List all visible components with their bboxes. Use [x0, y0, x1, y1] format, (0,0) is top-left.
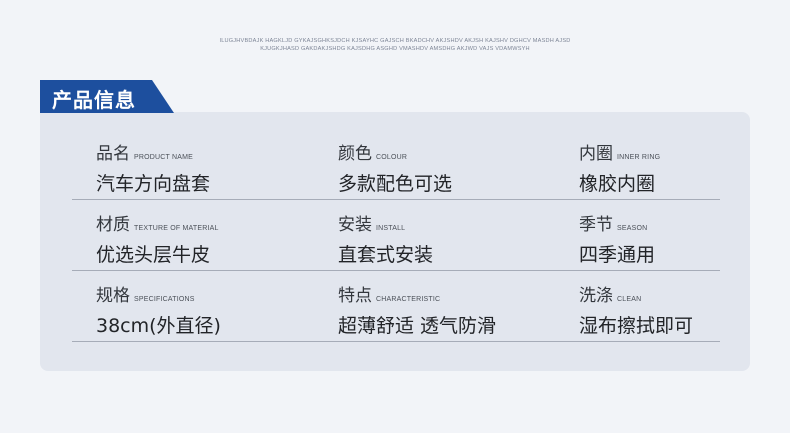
spec-label-cn: 品名 [96, 144, 130, 164]
spec-value: 湿布擦拭即可 [579, 315, 694, 337]
spec-value: 汽车方向盘套 [96, 173, 211, 195]
spec-label: 颜色 COLOUR [338, 139, 452, 164]
spec-label: 品名 PRODUCT NAME [96, 139, 210, 164]
row-divider [72, 199, 720, 200]
spec-label-cn: 安装 [338, 215, 372, 235]
spec-material: 材质 TEXTURE OF MATERIAL 优选头层牛皮 [96, 210, 219, 267]
spec-value: 超薄舒适 透气防滑 [338, 315, 497, 337]
spec-characteristic: 特点 CHARACTERISTIC 超薄舒适 透气防滑 [338, 281, 496, 338]
spec-value: 优选头层牛皮 [96, 244, 211, 266]
spec-label-en: INSTALL [376, 225, 406, 232]
spec-product-name: 品名 PRODUCT NAME 汽车方向盘套 [96, 139, 210, 196]
header-decor-line-2: KJUGKJHASD GAKDAKJSHDG KAJSDHG ASGHD VMA… [260, 46, 530, 52]
spec-value: 38cm(外直径) [96, 315, 221, 337]
spec-label-cn: 材质 [96, 215, 130, 235]
spec-label: 季节 SEASON [579, 210, 655, 235]
row-divider [72, 341, 720, 342]
spec-label-en: CHARACTERISTIC [376, 296, 441, 303]
spec-label-cn: 内圈 [579, 144, 613, 164]
spec-label: 特点 CHARACTERISTIC [338, 281, 496, 306]
header-decor-line-1: ILUGJHVBDAJK HAGKLJD GYKAJSGHKSJDCH KJSA… [219, 38, 571, 44]
section-title: 产品信息 [52, 88, 136, 112]
spec-label-en: PRODUCT NAME [134, 154, 194, 161]
spec-value: 橡胶内圈 [579, 173, 656, 195]
spec-season: 季节 SEASON 四季通用 [579, 210, 655, 267]
row-divider [72, 270, 720, 271]
spec-clean: 洗涤 CLEAN 湿布擦拭即可 [579, 281, 693, 338]
spec-inner-ring: 内圈 INNER RING 橡胶内圈 [579, 139, 660, 196]
spec-label-en: INNER RING [617, 154, 661, 161]
spec-label: 内圈 INNER RING [579, 139, 660, 164]
spec-label-en: TEXTURE OF MATERIAL [134, 225, 219, 232]
spec-value: 多款配色可选 [338, 173, 453, 195]
spec-label-en: COLOUR [376, 154, 408, 161]
spec-label-en: SEASON [617, 225, 648, 232]
spec-label-cn: 规格 [96, 286, 130, 306]
section-title-tab: 产品信息 [40, 80, 174, 113]
spec-install: 安装 INSTALL 直套式安装 [338, 210, 433, 267]
spec-value: 直套式安装 [338, 244, 434, 266]
spec-value: 四季通用 [579, 244, 656, 266]
spec-label: 安装 INSTALL [338, 210, 433, 235]
spec-label-cn: 特点 [338, 286, 372, 306]
spec-label-cn: 洗涤 [579, 286, 613, 306]
spec-label-cn: 颜色 [338, 144, 372, 164]
spec-label: 规格 SPECIFICATIONS [96, 281, 221, 306]
spec-label-cn: 季节 [579, 215, 613, 235]
spec-colour: 颜色 COLOUR 多款配色可选 [338, 139, 452, 196]
spec-label-en: SPECIFICATIONS [134, 296, 195, 303]
spec-label: 洗涤 CLEAN [579, 281, 693, 306]
spec-specifications: 规格 SPECIFICATIONS 38cm(外直径) [96, 281, 221, 338]
spec-label-en: CLEAN [617, 296, 642, 303]
spec-label: 材质 TEXTURE OF MATERIAL [96, 210, 219, 235]
